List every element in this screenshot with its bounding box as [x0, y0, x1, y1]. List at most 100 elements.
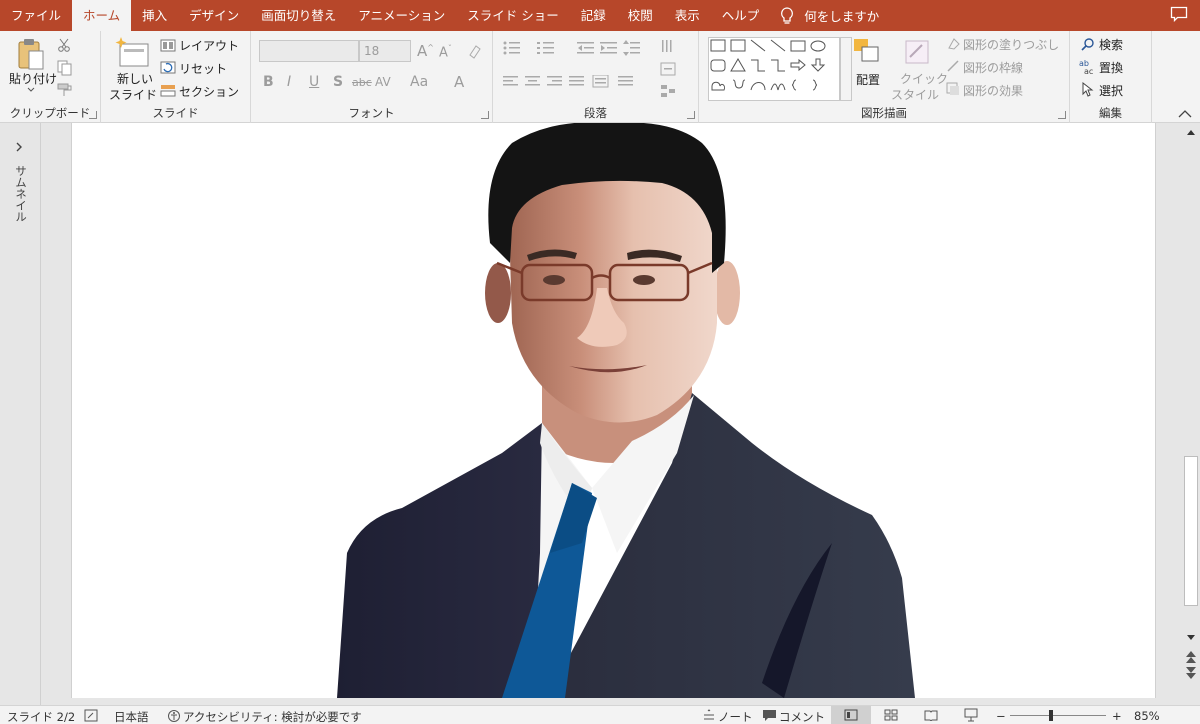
line-spacing-icon[interactable]: [623, 40, 641, 56]
new-slide-label-2[interactable]: スライド: [109, 86, 157, 103]
collapse-ribbon-icon[interactable]: [1178, 109, 1192, 118]
scroll-down-icon[interactable]: [1186, 634, 1196, 642]
notes-button[interactable]: ノート: [718, 709, 753, 724]
slide-canvas[interactable]: [71, 123, 1156, 698]
notes-icon[interactable]: [702, 709, 716, 722]
previous-slide-icon[interactable]: [1185, 650, 1197, 664]
tab-help[interactable]: ヘルプ: [711, 0, 771, 31]
comment-icon[interactable]: [762, 709, 777, 722]
arrange-icon[interactable]: [852, 37, 882, 67]
new-slide-icon[interactable]: [115, 36, 151, 68]
quick-styles-label-2[interactable]: スタイル: [891, 86, 939, 103]
text-direction-icon[interactable]: [660, 39, 676, 55]
section-button[interactable]: セクション: [179, 83, 239, 100]
scroll-thumb[interactable]: [1184, 456, 1198, 606]
tell-me-search[interactable]: 何をしますか: [780, 6, 879, 25]
accessibility-icon[interactable]: [167, 709, 181, 723]
layout-button[interactable]: レイアウト: [179, 37, 239, 54]
notes-edit-icon[interactable]: [84, 709, 98, 722]
zoom-level[interactable]: 85%: [1134, 709, 1160, 723]
cut-icon[interactable]: [57, 38, 71, 52]
shape-fill-button[interactable]: 図形の塗りつぶし: [963, 36, 1059, 53]
tab-file[interactable]: ファイル: [0, 0, 72, 31]
paragraph-dialog-launcher[interactable]: [687, 111, 695, 119]
shape-outline-button[interactable]: 図形の枠線: [963, 59, 1023, 76]
reset-button[interactable]: リセット: [179, 60, 227, 77]
tab-record[interactable]: 記録: [570, 0, 617, 31]
font-dialog-launcher[interactable]: [481, 111, 489, 119]
bullets-icon[interactable]: [503, 41, 521, 55]
chevron-down-icon[interactable]: [27, 87, 35, 93]
normal-view-button[interactable]: [831, 706, 871, 724]
slide-sorter-icon[interactable]: [884, 709, 898, 721]
paste-icon[interactable]: [16, 37, 46, 71]
comments-icon[interactable]: [1170, 6, 1188, 22]
scroll-up-icon[interactable]: [1186, 128, 1196, 136]
zoom-slider-thumb[interactable]: [1049, 710, 1053, 721]
new-slide-label-1[interactable]: 新しい: [117, 70, 153, 87]
clipboard-dialog-launcher[interactable]: [89, 111, 97, 119]
font-color-button[interactable]: A: [454, 73, 464, 91]
layout-icon[interactable]: [160, 39, 176, 52]
char-spacing-button[interactable]: AV: [375, 75, 391, 89]
drawing-dialog-launcher[interactable]: [1058, 111, 1066, 119]
slideshow-icon[interactable]: [964, 708, 978, 722]
reset-icon[interactable]: [160, 61, 176, 74]
zoom-in-button[interactable]: +: [1112, 709, 1122, 723]
clear-formatting-icon[interactable]: [467, 43, 483, 59]
tab-transitions[interactable]: 画面切り替え: [250, 0, 347, 31]
search-icon[interactable]: [1081, 37, 1095, 51]
accessibility-status[interactable]: アクセシビリティ: 検討が必要です: [183, 709, 362, 724]
reading-view-icon[interactable]: [924, 709, 938, 721]
align-buttons-icon[interactable]: [503, 74, 653, 89]
decrease-indent-icon[interactable]: [577, 41, 595, 55]
portrait-illustration[interactable]: [72, 123, 1156, 698]
shape-outline-icon[interactable]: [946, 59, 960, 73]
copy-icon[interactable]: [57, 60, 73, 76]
language-indicator[interactable]: 日本語: [114, 709, 149, 724]
find-button[interactable]: 検索: [1099, 36, 1123, 53]
vertical-scrollbar[interactable]: [1182, 123, 1200, 705]
replace-icon[interactable]: abac: [1079, 59, 1097, 75]
align-text-icon[interactable]: [660, 61, 676, 77]
select-button[interactable]: 選択: [1099, 82, 1123, 99]
replace-button[interactable]: 置換: [1099, 59, 1123, 76]
tab-design[interactable]: デザイン: [178, 0, 250, 31]
paste-button[interactable]: 貼り付け: [9, 70, 57, 87]
grow-font-button[interactable]: A^: [417, 42, 434, 60]
tab-animations[interactable]: アニメーション: [347, 0, 456, 31]
comments-button[interactable]: コメント: [779, 709, 825, 724]
tab-home[interactable]: ホーム: [72, 0, 132, 31]
shapes-icon[interactable]: [709, 38, 839, 100]
shape-effects-button[interactable]: 図形の効果: [963, 82, 1023, 99]
shapes-gallery[interactable]: [708, 37, 840, 101]
shape-effects-icon[interactable]: [946, 82, 960, 96]
shape-fill-icon[interactable]: [946, 37, 960, 51]
increase-indent-icon[interactable]: [600, 41, 618, 55]
tab-slideshow[interactable]: スライド ショー: [456, 0, 569, 31]
shadow-button[interactable]: S: [333, 74, 343, 90]
select-cursor-icon[interactable]: [1082, 82, 1094, 97]
section-icon[interactable]: [160, 84, 176, 97]
arrange-button[interactable]: 配置: [856, 71, 880, 88]
tab-insert[interactable]: 挿入: [131, 0, 178, 31]
strikethrough-button[interactable]: abc: [352, 76, 372, 89]
chevron-right-icon[interactable]: [15, 142, 23, 152]
next-slide-icon[interactable]: [1185, 666, 1197, 680]
zoom-slider[interactable]: [1010, 715, 1106, 716]
shapes-gallery-scroll[interactable]: [840, 37, 852, 101]
shrink-font-button[interactable]: Aˇ: [439, 44, 452, 60]
zoom-out-button[interactable]: −: [996, 709, 1006, 723]
font-size-input[interactable]: 18: [359, 40, 411, 62]
tab-view[interactable]: 表示: [664, 0, 711, 31]
smartart-icon[interactable]: [660, 84, 676, 98]
numbering-icon[interactable]: [537, 41, 555, 55]
quick-styles-label-1[interactable]: クイック: [900, 70, 948, 87]
tab-review[interactable]: 校閲: [617, 0, 664, 31]
bold-button[interactable]: B: [263, 74, 274, 90]
underline-button[interactable]: U: [309, 74, 319, 90]
font-name-input[interactable]: [259, 40, 359, 62]
format-painter-icon[interactable]: [57, 83, 73, 97]
quick-styles-icon[interactable]: [902, 37, 932, 67]
italic-button[interactable]: I: [287, 74, 291, 90]
